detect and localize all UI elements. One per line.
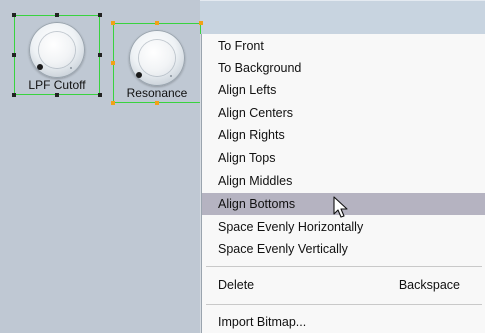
background-panel <box>200 0 485 38</box>
resize-handle[interactable] <box>199 21 203 25</box>
resize-handle[interactable] <box>111 101 115 105</box>
menu-item-align-tops[interactable]: Align Tops <box>202 147 485 169</box>
menu-item-align-rights[interactable]: Align Rights <box>202 124 485 146</box>
resize-handle[interactable] <box>12 53 16 57</box>
menu-item-align-middles[interactable]: Align Middles <box>202 170 485 192</box>
knob-label: LPF Cutoff <box>28 78 86 92</box>
menu-separator <box>206 304 482 305</box>
menu-item-to-front[interactable]: To Front <box>202 35 485 57</box>
menu-item-shortcut: Backspace <box>398 278 460 292</box>
knob-tick-mark <box>170 75 172 77</box>
menu-item-space-evenly-vertically[interactable]: Space Evenly Vertically <box>202 238 485 260</box>
menu-item-import-bitmap[interactable]: Import Bitmap... <box>202 311 485 333</box>
knob-label: Resonance <box>126 86 188 100</box>
resize-handle[interactable] <box>155 101 159 105</box>
knob-tick-mark <box>70 67 72 69</box>
menu-separator <box>206 266 482 267</box>
divider <box>200 0 485 1</box>
resize-handle[interactable] <box>111 21 115 25</box>
arrow-pointer-icon <box>333 196 348 218</box>
knob-widget-lpf-cutoff[interactable]: LPF Cutoff <box>14 15 100 95</box>
knob-indicator-dot <box>136 72 142 78</box>
resize-handle[interactable] <box>155 21 159 25</box>
knob-widget-resonance[interactable]: Resonance <box>113 23 201 103</box>
menu-item-to-background[interactable]: To Background <box>202 57 485 79</box>
knob-indicator-dot <box>37 64 43 70</box>
knob-lpf-cutoff[interactable] <box>29 22 85 78</box>
resize-handle[interactable] <box>55 13 59 17</box>
menu-item-align-centers[interactable]: Align Centers <box>202 102 485 124</box>
resize-handle[interactable] <box>98 53 102 57</box>
resize-handle[interactable] <box>12 13 16 17</box>
menu-item-align-lefts[interactable]: Align Lefts <box>202 79 485 101</box>
resize-handle[interactable] <box>98 13 102 17</box>
context-menu: To Front To Background Align Lefts Align… <box>201 34 485 333</box>
resize-handle[interactable] <box>55 93 59 97</box>
resize-handle[interactable] <box>98 93 102 97</box>
menu-item-label: Delete <box>218 278 255 292</box>
resize-handle[interactable] <box>12 93 16 97</box>
resize-handle[interactable] <box>111 61 115 65</box>
menu-item-delete[interactable]: Delete Backspace <box>202 274 485 296</box>
